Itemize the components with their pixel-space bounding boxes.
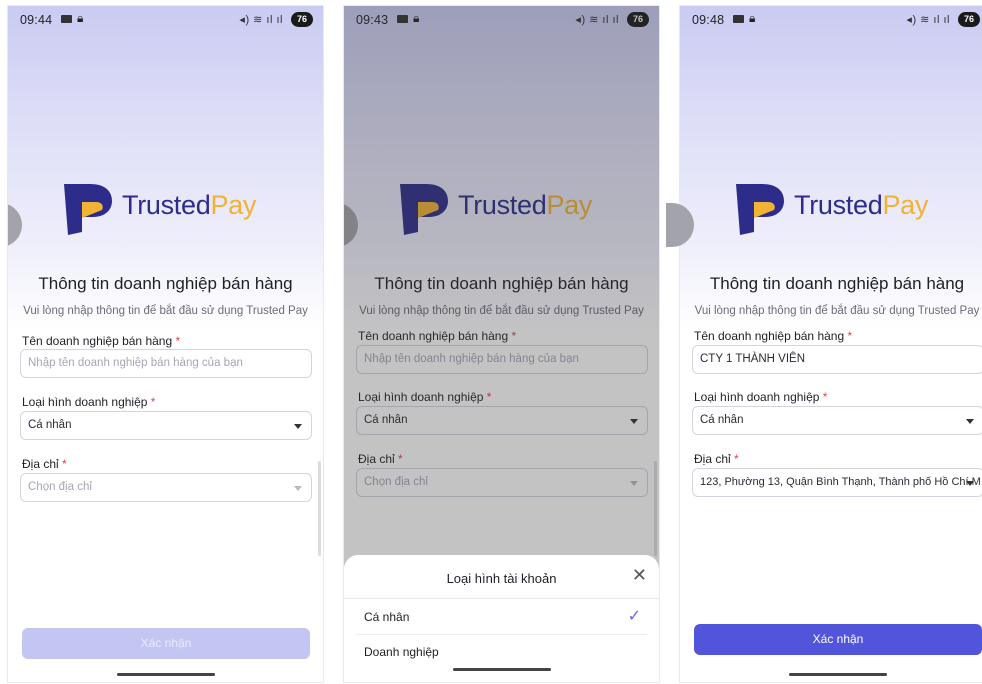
battery-icon: 76 bbox=[958, 12, 980, 27]
type-label: Loại hình doanh nghiệp * bbox=[22, 395, 156, 409]
side-handle[interactable] bbox=[8, 203, 22, 247]
address-select[interactable]: Chọn địa chỉ bbox=[20, 473, 312, 502]
caret-down-icon bbox=[966, 419, 974, 424]
brand-word-trusted: Trusted bbox=[794, 190, 883, 220]
required-mark: * bbox=[822, 390, 828, 404]
option-doanh-nghiep[interactable]: Doanh nghiệp bbox=[364, 645, 439, 659]
submit-button[interactable]: Xác nhận bbox=[694, 624, 982, 655]
required-mark: * bbox=[175, 334, 181, 348]
mail-icon bbox=[61, 15, 72, 23]
name-label: Tên doanh nghiệp bán hàng * bbox=[694, 329, 853, 343]
status-time: 09:44 bbox=[20, 13, 53, 27]
submit-button[interactable]: Xác nhận bbox=[22, 628, 310, 659]
battery-icon: 76 bbox=[291, 12, 313, 27]
side-handle[interactable] bbox=[666, 203, 694, 247]
brand-word-trusted: Trusted bbox=[122, 190, 211, 220]
page-subtitle: Vui lòng nhập thông tin để bắt đầu sử dụ… bbox=[23, 305, 308, 317]
page-title: Thông tin doanh nghiệp bán hàng bbox=[709, 274, 965, 293]
divider bbox=[356, 634, 647, 635]
caret-down-icon bbox=[294, 486, 302, 491]
required-mark: * bbox=[847, 329, 853, 343]
required-mark: * bbox=[150, 395, 156, 409]
business-type-select[interactable]: Cá nhân bbox=[20, 411, 312, 440]
address-value: 123, Phường 13, Quận Bình Thạnh, Thành p… bbox=[700, 476, 981, 488]
caret-down-icon bbox=[966, 481, 974, 486]
sheet-title: Loại hình tài khoản bbox=[446, 571, 557, 586]
brand-word-pay: Pay bbox=[210, 190, 257, 220]
divider bbox=[344, 598, 659, 599]
lock-icon: 🔒︎ bbox=[77, 11, 84, 25]
option-ca-nhan[interactable]: Cá nhân bbox=[364, 610, 409, 624]
required-mark: * bbox=[62, 457, 67, 471]
lock-icon: 🔒︎ bbox=[749, 11, 756, 25]
signal-icon: ◂) ≋ ıl ıl bbox=[239, 14, 283, 26]
business-type-value: Cá nhân bbox=[28, 419, 72, 431]
home-indicator bbox=[453, 668, 551, 671]
brand-logo: TrustedPay bbox=[732, 178, 962, 236]
check-icon: ✓ bbox=[627, 608, 641, 625]
home-indicator bbox=[117, 673, 215, 676]
phone-screen-1: 09:44 🔒︎ ◂) ≋ ıl ıl 76 TrustedPay Thông … bbox=[8, 6, 323, 682]
type-label: Loại hình doanh nghiệp * bbox=[694, 390, 828, 404]
page-subtitle: Vui lòng nhập thông tin để bắt đầu sử dụ… bbox=[694, 305, 980, 317]
home-indicator bbox=[789, 673, 887, 676]
status-bar: 09:44 🔒︎ ◂) ≋ ıl ıl 76 bbox=[8, 6, 323, 34]
address-label: Địa chỉ * bbox=[694, 452, 739, 466]
status-time: 09:48 bbox=[692, 13, 725, 27]
address-label: Địa chỉ * bbox=[22, 457, 67, 471]
business-type-select[interactable]: Cá nhân bbox=[692, 406, 982, 435]
close-icon[interactable]: ✕ bbox=[632, 565, 647, 586]
status-bar: 09:48 🔒︎ ◂) ≋ ıl ıl 76 bbox=[680, 6, 982, 34]
business-name-input[interactable]: CTY 1 THÀNH VIÊN bbox=[692, 345, 982, 374]
business-name-input[interactable]: Nhập tên doanh nghiệp bán hàng của bạn bbox=[20, 349, 312, 378]
account-type-sheet: Loại hình tài khoản ✕ Cá nhân ✓ Doanh ng… bbox=[344, 555, 659, 682]
business-type-value: Cá nhân bbox=[700, 414, 744, 426]
mail-icon bbox=[733, 15, 744, 23]
trustedpay-logo-icon bbox=[64, 184, 112, 235]
brand-logo: TrustedPay bbox=[60, 178, 290, 236]
address-select[interactable]: 123, Phường 13, Quận Bình Thạnh, Thành p… bbox=[692, 468, 982, 497]
trustedpay-logo-icon bbox=[736, 184, 784, 235]
brand-word-pay: Pay bbox=[882, 190, 929, 220]
phone-screen-3: 09:48 🔒︎ ◂) ≋ ıl ıl 76 TrustedPay Thông … bbox=[666, 6, 982, 682]
signal-icon: ◂) ≋ ıl ıl bbox=[906, 14, 950, 26]
name-label: Tên doanh nghiệp bán hàng * bbox=[22, 334, 181, 348]
address-placeholder: Chọn địa chỉ bbox=[28, 481, 92, 493]
required-mark: * bbox=[734, 452, 739, 466]
phone-screen-2: 09:43 🔒︎ ◂) ≋ ıl ıl 76 TrustedPay Thông … bbox=[344, 6, 659, 682]
caret-down-icon bbox=[294, 424, 302, 429]
page-title: Thông tin doanh nghiệp bán hàng bbox=[38, 274, 293, 293]
scrollbar[interactable] bbox=[318, 461, 321, 556]
